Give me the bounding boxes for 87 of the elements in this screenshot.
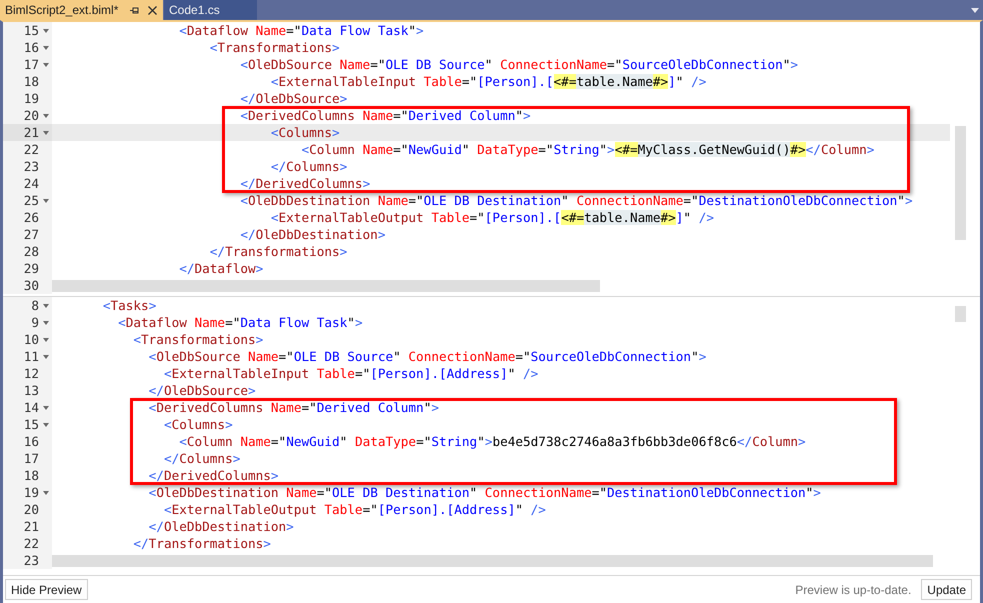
line-number: 26	[22, 210, 39, 225]
code-line: </DerivedColumns>	[148, 467, 279, 484]
code-line: <Dataflow Name="Data Flow Task">	[117, 314, 363, 331]
code-line: <Transformations>	[208, 39, 340, 56]
document-tab[interactable]: Code1.cs	[164, 0, 257, 20]
caret-icon[interactable]	[42, 114, 48, 118]
caret-icon[interactable]	[42, 198, 48, 202]
line-number: 17	[22, 57, 39, 72]
horizontal-scrollbar[interactable]	[52, 280, 600, 292]
vertical-scrollbar[interactable]	[955, 126, 966, 240]
caret-icon[interactable]	[42, 46, 48, 50]
code-line: <Columns>	[270, 124, 340, 141]
horizontal-scrollbar[interactable]	[52, 554, 933, 566]
line-number: 8	[30, 298, 39, 313]
caret-icon[interactable]	[42, 320, 48, 324]
code-line: </Columns>	[270, 158, 348, 175]
code-line: </OleDbDestination>	[239, 226, 386, 243]
line-number: 23	[22, 159, 39, 174]
line-number: 17	[22, 451, 39, 466]
caret-icon[interactable]	[42, 28, 48, 32]
pin-icon[interactable]	[130, 6, 140, 14]
line-number: 10	[22, 332, 39, 347]
line-number: 16	[22, 434, 39, 449]
code-line: <Column Name="NewGuid" DataType="String">be4e5d738c2746a8a3fb6bb3de06f8c6</Column>	[178, 433, 806, 450]
code-line: </Columns>	[162, 450, 240, 467]
code-line: <OleDbDestination Name="OLE DB Destination" ConnectionName="DestinationOleDbConnection">	[148, 484, 821, 501]
dropdown-icon[interactable]	[971, 8, 979, 12]
line-number: 12	[22, 366, 39, 381]
caret-icon[interactable]	[42, 354, 48, 358]
line-number: 19	[22, 91, 39, 106]
line-number: 21	[22, 125, 39, 140]
caret-icon[interactable]	[42, 304, 48, 308]
line-number: 13	[22, 383, 39, 398]
code-line: <ExternalTableInput Table="[Person].[<#=table.Name#>]" />	[270, 73, 706, 90]
code-line: </Dataflow>	[178, 260, 264, 277]
vertical-scrollbar[interactable]	[955, 306, 966, 322]
code-line: <Tasks>	[102, 297, 156, 314]
line-number: 27	[22, 227, 39, 242]
code-line: <Columns>	[162, 416, 233, 433]
line-number: 18	[22, 74, 39, 89]
line-number: 22	[22, 536, 39, 551]
line-number: 29	[22, 261, 39, 276]
code-line: <Column Name="NewGuid" DataType="String"><#=MyClass.GetNewGuid()#></Column>	[300, 141, 874, 158]
line-number: 23	[22, 553, 39, 568]
code-line: <OleDbSource Name="OLE DB Source" ConnectionName="SourceOleDbConnection">	[148, 348, 706, 365]
code-line: </OleDbDestination>	[148, 518, 294, 535]
code-line: <Transformations>	[132, 331, 264, 348]
caret-icon[interactable]	[42, 406, 48, 410]
code-line: <DerivedColumns Name="Derived Column">	[239, 107, 531, 124]
code-line: </OleDbSource>	[148, 382, 256, 399]
code-line: <DerivedColumns Name="Derived Column">	[148, 399, 439, 416]
caret-icon[interactable]	[42, 422, 48, 426]
line-number: 28	[22, 244, 39, 259]
line-number: 15	[22, 417, 39, 432]
line-number: 30	[22, 278, 39, 293]
code-line: </DerivedColumns>	[239, 175, 370, 192]
hide-preview-button[interactable]: Hide Preview	[5, 579, 88, 600]
line-number: 18	[22, 468, 39, 483]
code-line: </Transformations>	[132, 535, 271, 552]
line-number: 11	[22, 349, 39, 364]
line-number: 22	[22, 142, 39, 157]
line-number: 19	[22, 485, 39, 500]
caret-icon[interactable]	[42, 338, 48, 342]
line-number: 20	[22, 108, 39, 123]
line-number: 20	[22, 502, 39, 517]
line-number: 15	[22, 23, 39, 38]
line-number: 16	[22, 40, 39, 55]
code-line: <Dataflow Name="Data Flow Task">	[178, 22, 424, 39]
document-tab[interactable]: BimlScript2_ext.biml*	[0, 0, 163, 20]
preview-status: Preview is up-to-date.	[795, 582, 912, 596]
code-line: </OleDbSource>	[239, 90, 348, 107]
caret-icon[interactable]	[42, 62, 48, 66]
caret-icon[interactable]	[42, 490, 48, 494]
code-line: <ExternalTableInput Table="[Person].[Address]" />	[162, 365, 538, 382]
line-number: 24	[22, 176, 39, 191]
caret-icon[interactable]	[42, 130, 48, 134]
close-icon[interactable]	[148, 6, 157, 14]
line-number: 21	[22, 519, 39, 534]
code-line: <OleDbDestination Name="OLE DB Destination" ConnectionName="DestinationOleDbConnection">	[239, 192, 913, 209]
code-line: <OleDbSource Name="OLE DB Source" ConnectionName="SourceOleDbConnection">	[239, 56, 798, 73]
code-line: <ExternalTableOutput Table="[Person].[Address]" />	[162, 501, 546, 518]
update-button[interactable]: Update	[921, 579, 972, 600]
line-number: 14	[22, 400, 39, 415]
code-line: </Transformations>	[208, 243, 348, 260]
line-number: 25	[22, 193, 39, 208]
line-number: 9	[30, 315, 39, 330]
code-line: <ExternalTableOutput Table="[Person].[<#=table.Name#>]" />	[270, 209, 714, 226]
